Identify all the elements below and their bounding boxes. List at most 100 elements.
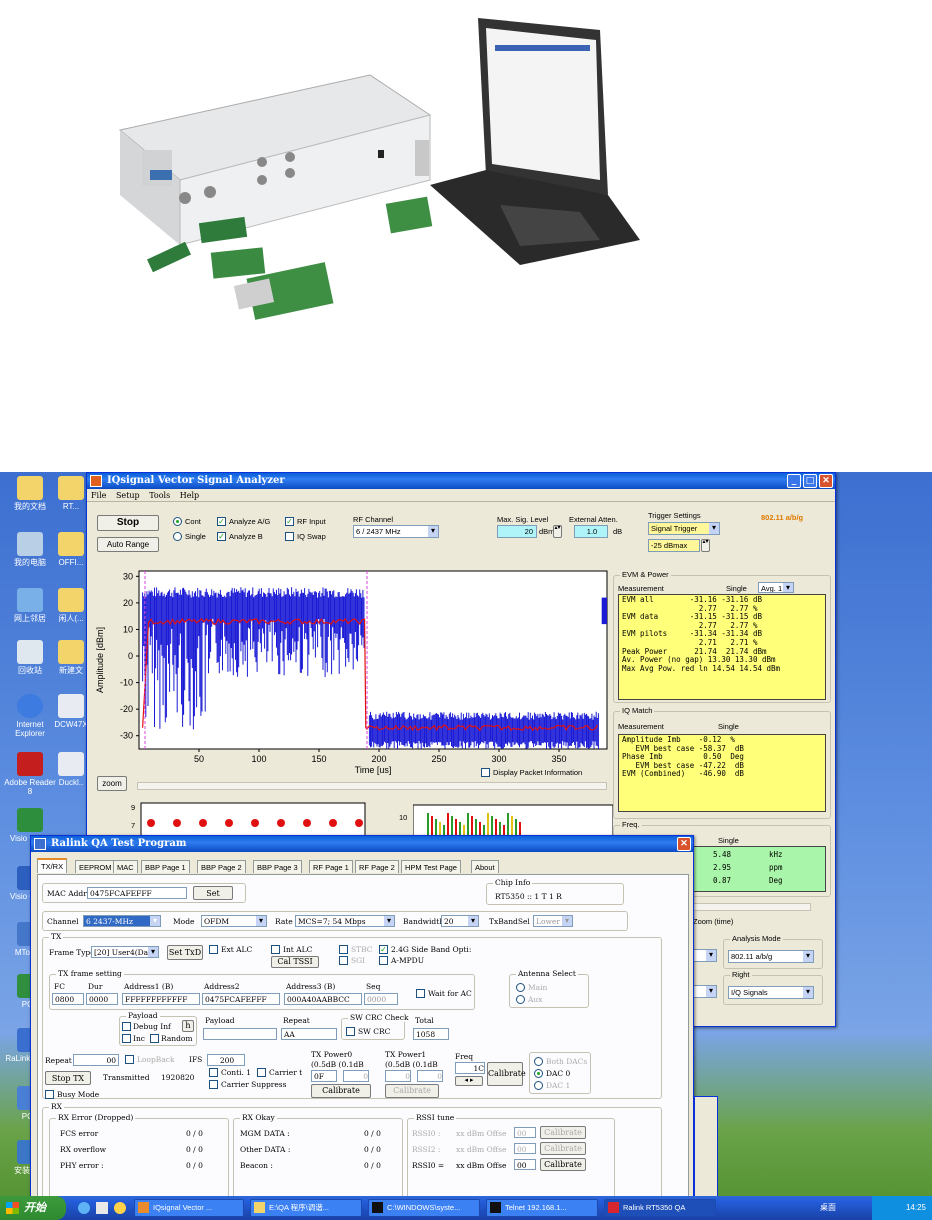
freq-scrollbar[interactable] <box>687 903 811 911</box>
iqsignal-titlebar[interactable]: IQsignal Vector Signal Analyzer _ □ ✕ <box>87 473 835 489</box>
tab-rf2[interactable]: RF Page 2 <box>355 860 399 873</box>
txpower1-coarse-input[interactable]: 0 <box>385 1070 411 1082</box>
desktop-icon-adobe[interactable]: Adobe Reader 8 <box>2 752 58 796</box>
payload-input[interactable] <box>203 1028 277 1040</box>
taskbar-item-iqsignal[interactable]: IQsignal Vector ... <box>134 1199 244 1217</box>
zoom-button[interactable]: zoom <box>97 776 127 791</box>
tab-about[interactable]: About <box>471 860 499 873</box>
tab-bbp1[interactable]: BBP Page 1 <box>141 860 190 873</box>
desktop-icon-col2-1[interactable]: RT... <box>54 476 88 511</box>
taskbar-item-cmd[interactable]: C:\WINDOWS\syste... <box>368 1199 480 1217</box>
analyze-b-checkbox[interactable]: ✓ <box>217 532 226 541</box>
ampdu-checkbox[interactable] <box>379 956 388 965</box>
desktop-icon-col2-6[interactable]: Duckl.. <box>54 752 88 787</box>
auto-range-button[interactable]: Auto Range <box>97 537 159 552</box>
desktop-icon-col2-5[interactable]: DCW47X <box>54 694 88 729</box>
desktop-icon-my-documents[interactable]: 我的文档 <box>2 476 58 511</box>
desktop-icon-col2-3[interactable]: 闲人(... <box>54 588 88 623</box>
minimize-button[interactable]: _ <box>787 474 801 488</box>
stop-button[interactable]: Stop <box>97 515 159 531</box>
cont-radio[interactable] <box>173 517 182 526</box>
taskbar-item-ralink[interactable]: Ralink RT5350 QA <box>604 1199 716 1217</box>
ifs-input[interactable]: 200 <box>207 1054 245 1066</box>
total-input[interactable]: 1058 <box>413 1028 449 1040</box>
calibrate-txpower0-button[interactable]: Calibrate <box>311 1084 371 1098</box>
repeat-input[interactable]: AA <box>281 1028 337 1040</box>
addr3-input[interactable]: 000A40AABBCC <box>284 993 362 1005</box>
rssi-offset-input[interactable]: 00 <box>514 1127 536 1138</box>
tab-rf1[interactable]: RF Page 1 <box>309 860 353 873</box>
both-dacs-radio[interactable] <box>534 1057 543 1066</box>
stop-tx-button[interactable]: Stop TX <box>45 1071 91 1085</box>
dac1-radio[interactable] <box>534 1081 543 1090</box>
analyze-ag-checkbox[interactable]: ✓ <box>217 517 226 526</box>
close-button[interactable]: ✕ <box>819 474 833 488</box>
start-button[interactable]: 开始 <box>0 1196 66 1220</box>
calibrate-freq-button[interactable]: Calibrate <box>487 1062 526 1086</box>
mac-input[interactable]: 0475FCAFEFFF <box>87 887 187 899</box>
debug-inf-checkbox[interactable] <box>122 1022 131 1031</box>
iq-swap-checkbox[interactable] <box>285 532 294 541</box>
tab-txrx[interactable]: TX/RX <box>37 858 68 873</box>
addr1-input[interactable]: FFFFFFFFFFFF <box>122 993 200 1005</box>
desktop-icon-my-computer[interactable]: 我的电脑 <box>2 532 58 567</box>
tab-eeprom[interactable]: EEPROM <box>75 860 116 873</box>
ie-quicklaunch-icon[interactable] <box>78 1202 90 1214</box>
rf-channel-select[interactable]: 6 / 2437 MHz <box>353 525 439 538</box>
menu-file[interactable]: File <box>91 491 106 500</box>
txbandsel-select[interactable]: Lower <box>533 915 573 927</box>
rssi-offset-input[interactable]: 00 <box>514 1159 536 1170</box>
repeat2-input[interactable]: 00 <box>73 1054 119 1066</box>
trigger-select[interactable]: Signal Trigger <box>648 522 720 535</box>
maximize-button[interactable]: □ <box>803 474 817 488</box>
trigger-level-spinner[interactable]: ▴▾ <box>701 539 710 552</box>
mac-set-button[interactable]: Set <box>193 886 233 900</box>
rssi-offset-input[interactable]: 00 <box>514 1143 536 1154</box>
taskbar-item-telnet[interactable]: Telnet 192.168.1... <box>486 1199 598 1217</box>
rssi-calibrate-button[interactable]: Calibrate <box>540 1126 586 1139</box>
carrier-suppress-checkbox[interactable] <box>209 1080 218 1089</box>
tab-hpm[interactable]: HPM Test Page <box>401 860 461 873</box>
menu-help[interactable]: Help <box>180 491 199 500</box>
fc-input[interactable]: 0800 <box>52 993 84 1005</box>
stbc-checkbox[interactable] <box>339 945 348 954</box>
ext-atten-input[interactable]: 1.0 <box>574 525 608 538</box>
menu-setup[interactable]: Setup <box>116 491 140 500</box>
close-button[interactable]: ✕ <box>677 837 691 851</box>
calibrate-txpower1-button[interactable]: Calibrate <box>385 1084 439 1098</box>
freq-input[interactable]: 1C <box>455 1062 485 1074</box>
dac0-radio[interactable] <box>534 1069 543 1078</box>
display-packet-checkbox[interactable] <box>481 768 490 777</box>
taskbar-item-folder[interactable]: E:\QA 程序\调谐... <box>250 1199 362 1217</box>
desktop-icon-recycle-bin[interactable]: 回收站 <box>2 640 58 675</box>
antenna-main-radio[interactable] <box>516 983 525 992</box>
addr2-input[interactable]: 0475FCAFEFFF <box>202 993 280 1005</box>
freq-arrows[interactable]: ◂ ▸ <box>455 1076 483 1086</box>
desktop-icon-col2-2[interactable]: OFFI... <box>54 532 88 567</box>
mode-select[interactable]: OFDM <box>201 915 267 927</box>
txpower0-fine-input[interactable]: 0 <box>343 1070 369 1082</box>
sgi-checkbox[interactable] <box>339 956 348 965</box>
menu-tools[interactable]: Tools <box>149 491 170 500</box>
antenna-aux-radio[interactable] <box>516 995 525 1004</box>
tab-mac[interactable]: MAC <box>113 860 138 873</box>
channel-select[interactable]: 6 2437-MHz <box>83 915 161 927</box>
desktop-toolbar-label[interactable]: 桌面 <box>820 1202 836 1213</box>
side-band-checkbox[interactable]: ✓ <box>379 945 388 954</box>
loopback-checkbox[interactable] <box>125 1055 134 1064</box>
conti-checkbox[interactable] <box>209 1068 218 1077</box>
busy-mode-checkbox[interactable] <box>45 1090 54 1099</box>
rf-input-checkbox[interactable]: ✓ <box>285 517 294 526</box>
rssi-calibrate-button[interactable]: Calibrate <box>540 1142 586 1155</box>
frame-type-select[interactable]: [20] User4(Data+CRC <box>91 946 159 958</box>
carrier-t-checkbox[interactable] <box>257 1068 266 1077</box>
sw-crc-checkbox[interactable] <box>346 1027 355 1036</box>
desktop-icon-network[interactable]: 网上邻居 <box>2 588 58 623</box>
wait-for-ac-checkbox[interactable] <box>416 989 425 998</box>
avg-select[interactable]: Avg. 1 <box>758 582 794 593</box>
random-checkbox[interactable] <box>150 1034 159 1043</box>
cal-tssi-button[interactable]: Cal TSSI <box>271 956 319 968</box>
int-alc-checkbox[interactable] <box>271 945 280 954</box>
set-txd-button[interactable]: Set TxD <box>167 945 203 960</box>
debug-h-button[interactable]: h <box>182 1020 194 1032</box>
